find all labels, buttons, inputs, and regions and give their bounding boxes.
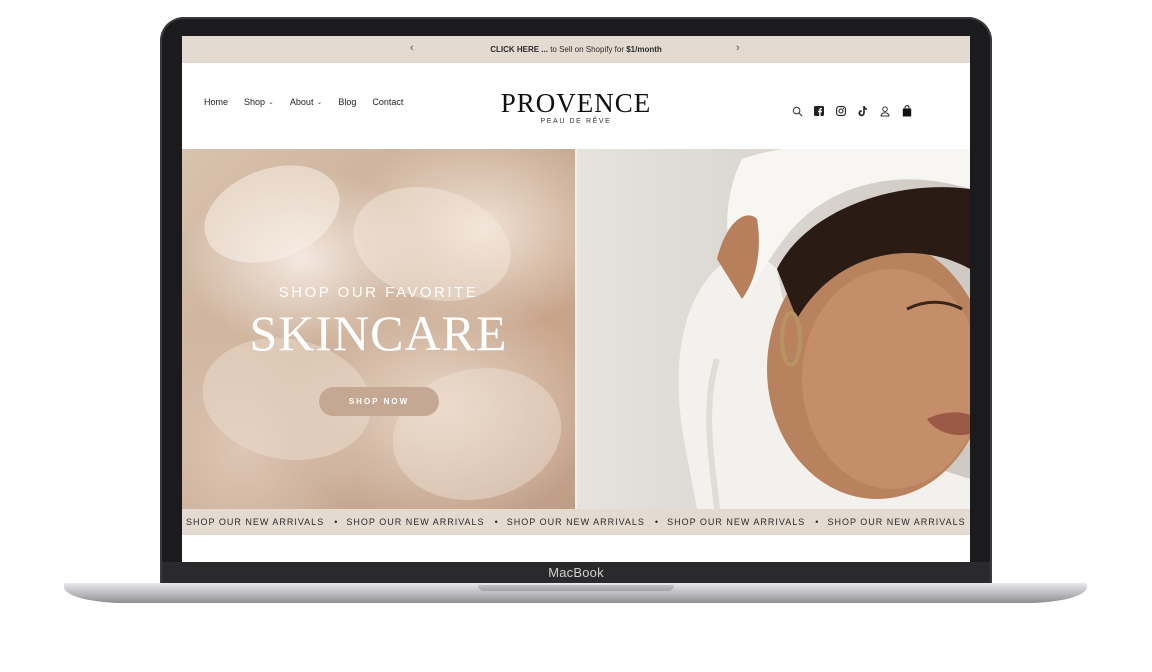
marquee-separator: •: [654, 517, 660, 527]
marquee-separator: •: [494, 517, 499, 527]
device-label: MacBook: [548, 565, 604, 580]
marquee-text: SHOP OUR NEW ARRIVALS: [346, 517, 485, 527]
petal-shape: [190, 149, 354, 281]
marquee-separator: •: [334, 517, 339, 527]
announcement-middle: to Sell on Shopify for: [547, 45, 627, 54]
announcement-bar: ‹ CLICK HERE ... to Sell on Shopify for …: [182, 36, 970, 63]
laptop-chin: MacBook: [162, 562, 990, 584]
announcement-price: $1/month: [626, 45, 662, 54]
instagram-icon[interactable]: [830, 103, 852, 119]
marquee-text: SHOP OUR NEW ARRIVALS: [827, 517, 966, 527]
model-photo-illustration: [678, 149, 970, 509]
marquee-text: SHOP OUR NEW ARRIVALS: [506, 517, 645, 527]
header-icons: [786, 103, 918, 119]
logo-tagline: PEAU DE RÊVE: [540, 118, 612, 125]
account-icon[interactable]: [874, 103, 896, 119]
hero-left-panel: SHOP OUR FAVORITE SKINCARE SHOP NOW: [182, 149, 575, 509]
chevron-right-icon[interactable]: ›: [736, 42, 740, 54]
marquee-text: SHOP OUR NEW ARRIVALS: [667, 517, 806, 527]
marquee-text: SHOP OUR NEW ARRIVALS: [186, 517, 325, 527]
hero-kicker: SHOP OUR FAVORITE: [278, 284, 479, 301]
search-icon[interactable]: [786, 103, 808, 119]
facebook-icon[interactable]: [808, 103, 830, 119]
marquee-separator: •: [815, 517, 820, 527]
hero-model-image: [577, 149, 970, 509]
cart-icon[interactable]: [896, 103, 918, 119]
chevron-left-icon[interactable]: ‹: [410, 42, 414, 54]
announcement-link[interactable]: CLICK HERE ... to Sell on Shopify for $1…: [490, 45, 662, 54]
petal-shape: [380, 352, 574, 509]
site-header: Home Shop ⌄ About ⌄ Blog Contact PROVENC…: [182, 63, 970, 149]
laptop-notch: [478, 585, 674, 591]
browser-screen: ‹ CLICK HERE ... to Sell on Shopify for …: [182, 36, 970, 562]
announcement-prefix: CLICK HERE ...: [490, 45, 548, 54]
new-arrivals-marquee: SHOP OUR NEW ARRIVALS • SHOP OUR NEW ARRI…: [182, 509, 970, 535]
hero-title: SKINCARE: [249, 305, 508, 361]
shop-now-button[interactable]: SHOP NOW: [319, 387, 439, 416]
tiktok-icon[interactable]: [852, 103, 874, 119]
